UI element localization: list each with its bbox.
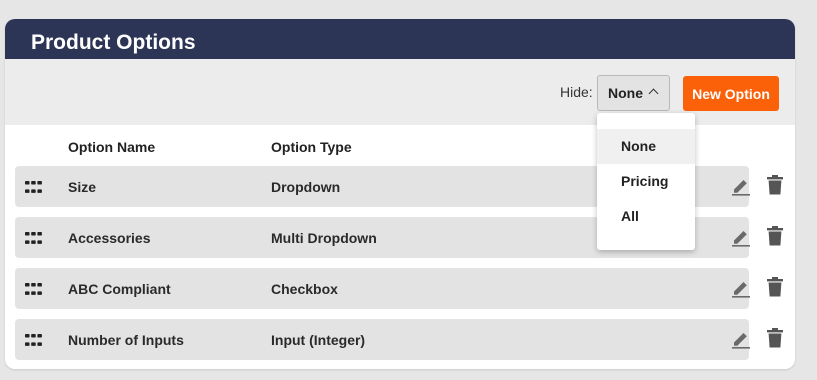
option-type: Dropdown — [271, 179, 341, 195]
hide-option-pricing[interactable]: Pricing — [597, 164, 695, 199]
trash-icon[interactable] — [766, 276, 784, 298]
panel-title: Product Options — [5, 19, 795, 59]
pencil-icon[interactable] — [731, 329, 751, 349]
hide-select[interactable]: None — [597, 75, 670, 111]
pencil-icon[interactable] — [731, 278, 751, 298]
trash-icon[interactable] — [766, 174, 784, 196]
trash-icon[interactable] — [766, 327, 784, 349]
hide-option-none[interactable]: None — [597, 129, 695, 164]
hide-dropdown-menu: None Pricing All — [597, 113, 695, 250]
pencil-icon[interactable] — [731, 227, 751, 247]
option-type: Checkbox — [271, 281, 338, 297]
drag-handle-icon[interactable] — [25, 283, 42, 295]
trash-icon[interactable] — [766, 225, 784, 247]
option-type: Input (Integer) — [271, 332, 366, 348]
option-name: ABC Compliant — [68, 281, 171, 297]
hide-select-value: None — [608, 85, 643, 101]
option-name: Size — [68, 179, 97, 195]
column-header-option-type: Option Type — [271, 139, 352, 155]
hide-label: Hide: — [560, 84, 593, 100]
pencil-icon[interactable] — [731, 176, 751, 196]
option-name: Accessories — [68, 230, 151, 246]
drag-handle-icon[interactable] — [25, 181, 42, 193]
column-header-option-name: Option Name — [68, 139, 156, 155]
drag-handle-icon[interactable] — [25, 232, 42, 244]
drag-handle-icon[interactable] — [25, 334, 42, 346]
chevron-up-icon — [648, 88, 659, 99]
option-row: ABC Compliant Checkbox — [15, 268, 783, 309]
new-option-button[interactable]: New Option — [683, 76, 779, 111]
option-name: Number of Inputs — [68, 332, 184, 348]
option-type: Multi Dropdown — [271, 230, 377, 246]
option-row: Number of Inputs Input (Integer) — [15, 319, 783, 360]
hide-option-all[interactable]: All — [597, 199, 695, 234]
